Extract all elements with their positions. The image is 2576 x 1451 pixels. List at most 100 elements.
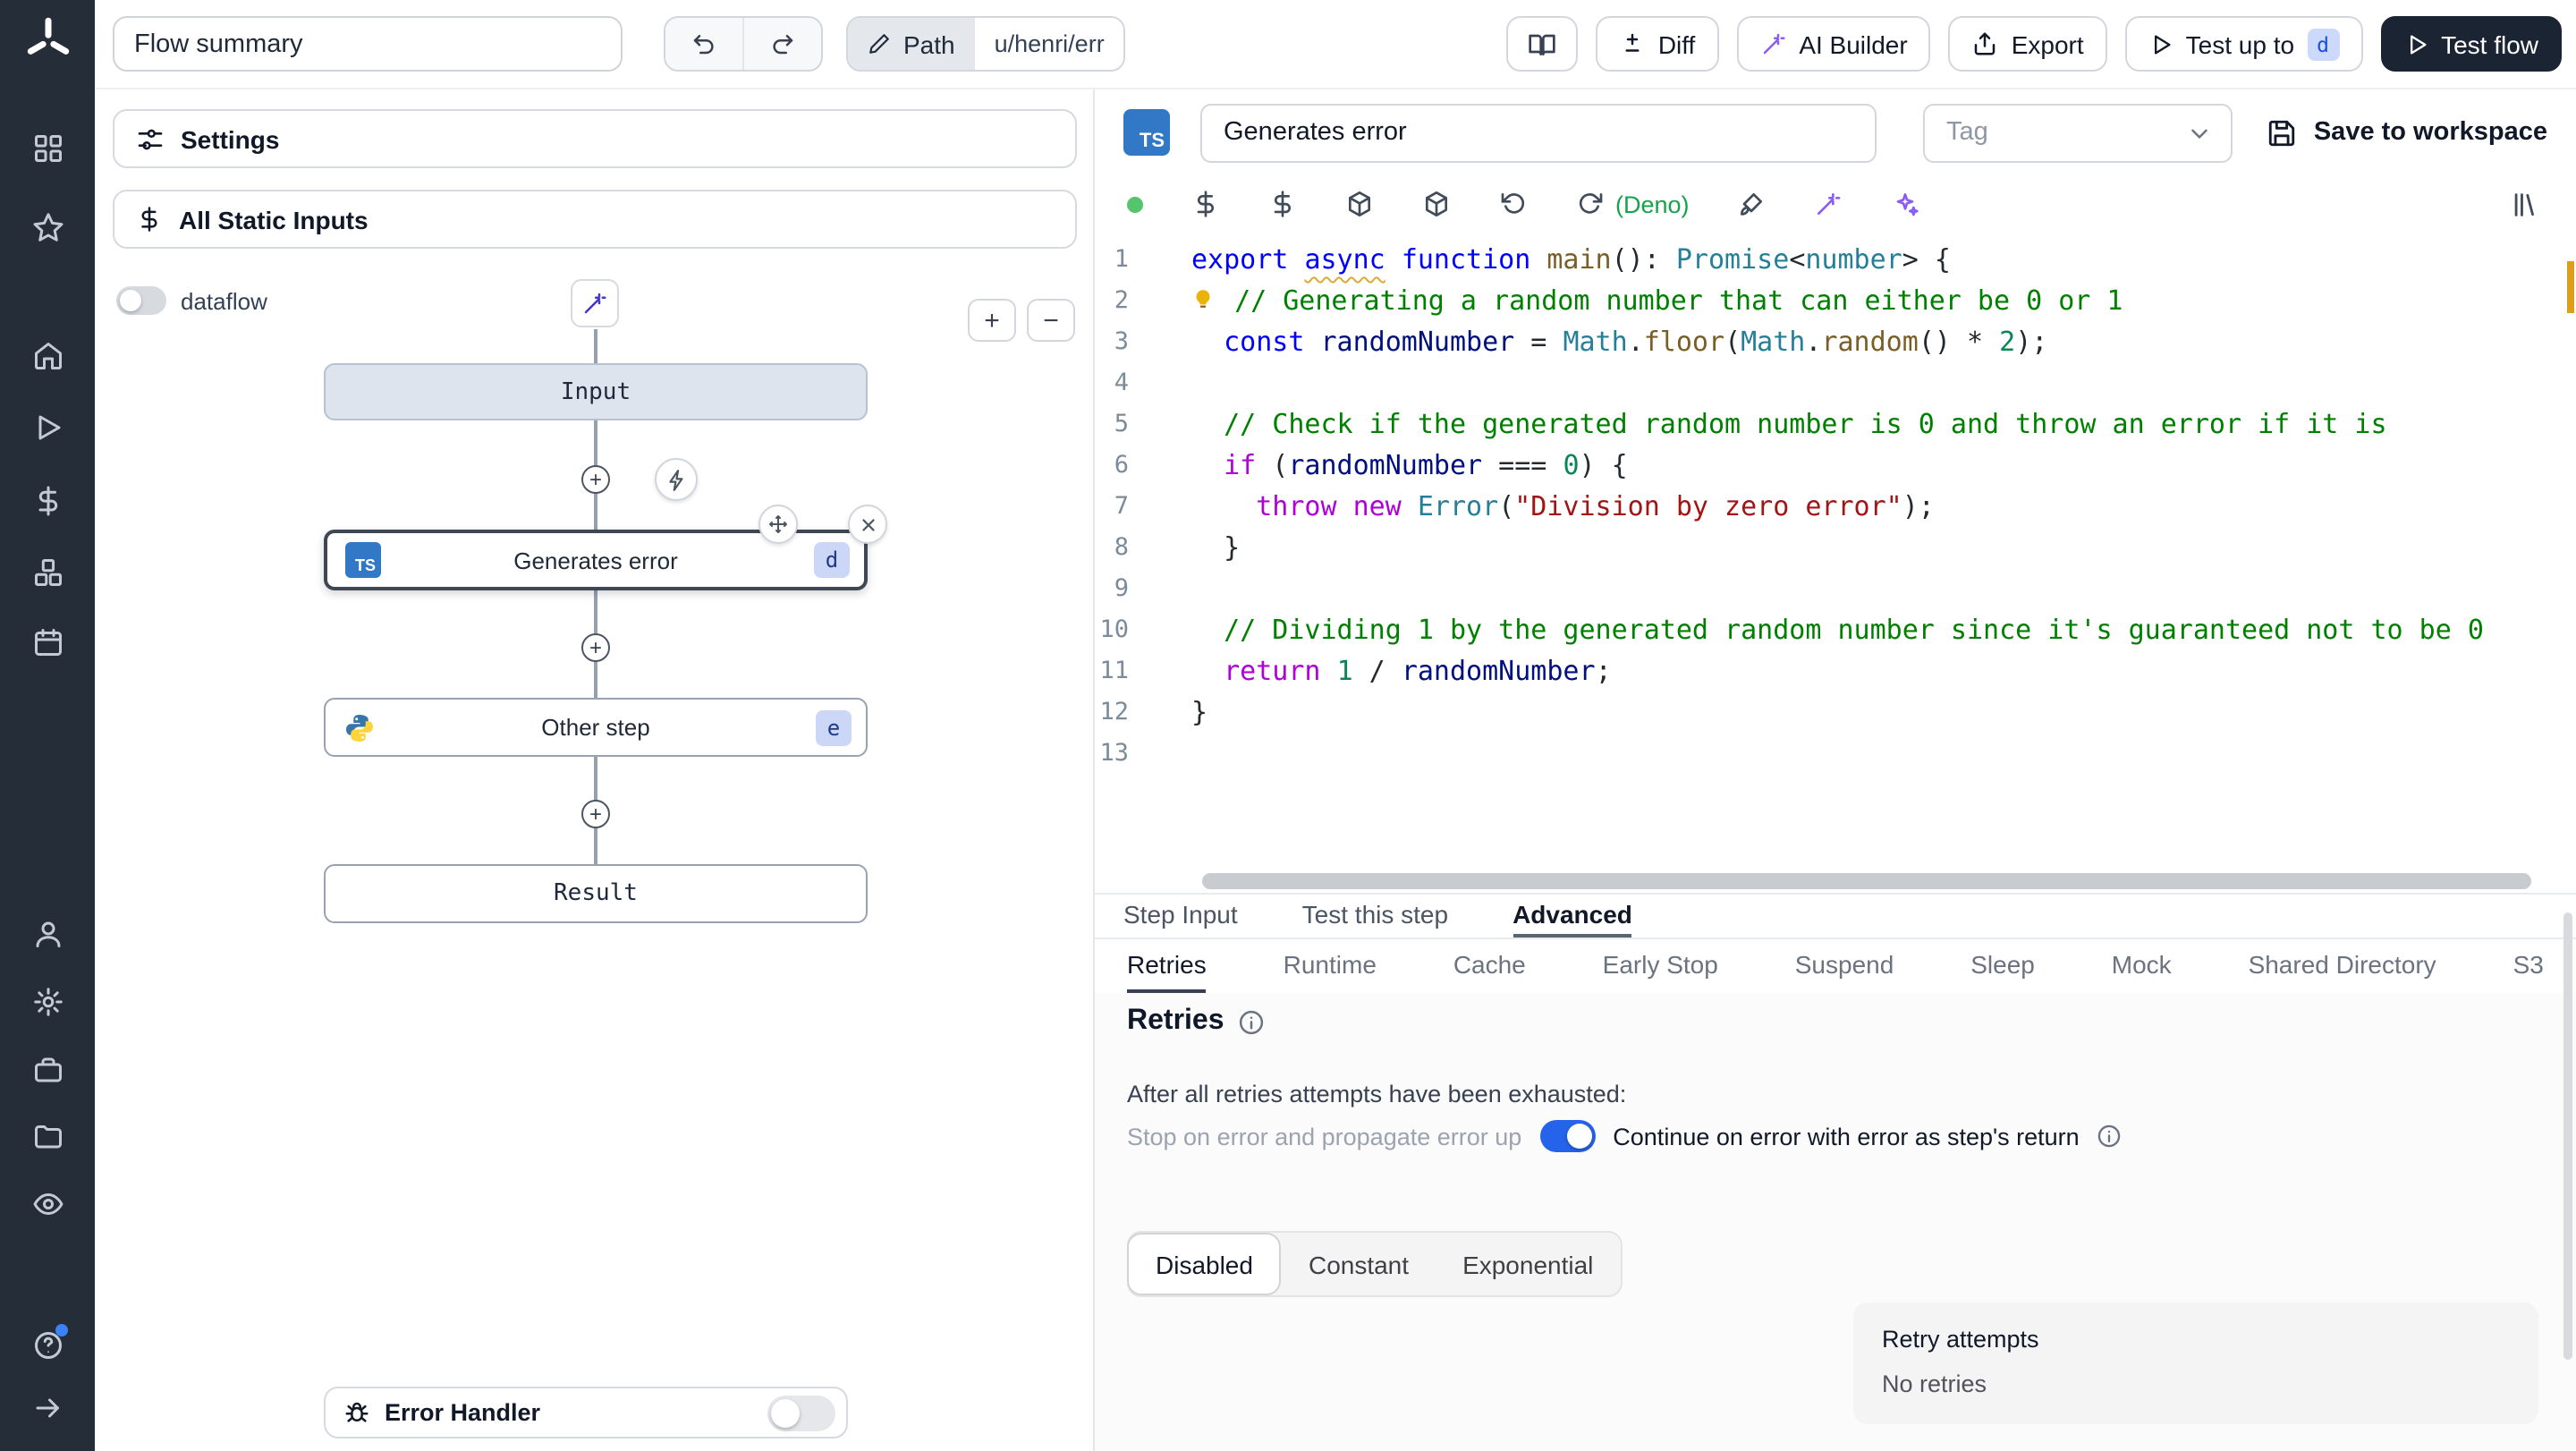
test-flow-button[interactable]: Test flow	[2380, 16, 2562, 72]
code-token: "Division by zero error"	[1514, 490, 1902, 522]
continue-on-error-label[interactable]: Continue on error with error as step's r…	[1613, 1123, 2079, 1150]
add-resource-icon[interactable]	[1268, 190, 1297, 218]
sidebar-item-apps[interactable]	[0, 132, 95, 165]
insert-step-button[interactable]: +	[581, 465, 610, 494]
sidebar-item-folders[interactable]	[0, 1120, 95, 1152]
move-step-handle[interactable]	[758, 505, 798, 544]
subtab-early-stop[interactable]: Early Stop	[1603, 939, 1718, 993]
code-line[interactable]: // Dividing 1 by the generated random nu…	[1191, 610, 2576, 651]
code-line[interactable]: // Check if the generated random number …	[1191, 404, 2576, 445]
sparkles-icon[interactable]	[1892, 190, 1920, 218]
ai-builder-button[interactable]: AI Builder	[1736, 16, 1931, 72]
path-edit-segment[interactable]: Path	[848, 18, 975, 70]
code-line[interactable]: const randomNumber = Math.floor(Math.ran…	[1191, 322, 2576, 363]
subtab-retries[interactable]: Retries	[1127, 939, 1207, 993]
stop-on-error-label[interactable]: Stop on error and propagate error up	[1127, 1123, 1521, 1150]
diff-icon	[1625, 33, 1640, 52]
step-name-input[interactable]	[1200, 103, 1877, 162]
insert-step-button[interactable]: +	[581, 633, 610, 662]
code-line[interactable]: throw new Error("Division by zero error"…	[1191, 487, 2576, 528]
sidebar-item-favorites[interactable]	[0, 211, 95, 243]
zoom-in-button[interactable]: +	[968, 299, 1016, 342]
redo-button[interactable]	[744, 18, 821, 70]
package-icon[interactable]	[1422, 190, 1451, 218]
retry-mode-exponential[interactable]: Exponential	[1436, 1233, 1620, 1295]
lightbulb-icon[interactable]	[1191, 288, 1218, 311]
sidebar-item-home[interactable]	[0, 340, 95, 372]
undo-button[interactable]	[665, 18, 742, 70]
tag-select[interactable]: Tag	[1923, 103, 2233, 162]
code-editor[interactable]: 1 2 3 4 5 6 7 8 9 10 11 12 13 export async function …	[1095, 233, 2576, 870]
code-line[interactable]: }	[1191, 528, 2576, 569]
sidebar-item-settings[interactable]	[0, 986, 95, 1018]
library-icon[interactable]	[2510, 189, 2540, 219]
insert-step-button[interactable]: +	[581, 800, 610, 828]
input-node[interactable]: Input	[324, 363, 868, 420]
static-inputs-button[interactable]: All Static Inputs	[113, 190, 1077, 249]
code-line[interactable]	[1191, 569, 2576, 610]
code-line[interactable]: export async function main(): Promise<nu…	[1191, 240, 2576, 281]
sidebar-item-users[interactable]	[0, 918, 95, 950]
trigger-bolt-button[interactable]	[655, 458, 698, 501]
result-node[interactable]: Result	[324, 864, 868, 923]
code-line[interactable]	[1191, 734, 2576, 775]
tab-step-input[interactable]: Step Input	[1123, 895, 1238, 938]
docs-button[interactable]	[1505, 16, 1578, 72]
sidebar-item-workers[interactable]	[0, 1054, 95, 1086]
zoom-out-button[interactable]: −	[1027, 299, 1075, 342]
code-line[interactable]: if (randomNumber === 0) {	[1191, 445, 2576, 487]
continue-on-error-toggle[interactable]	[1539, 1120, 1596, 1152]
path-control[interactable]: Path u/henri/err	[846, 16, 1126, 72]
test-flow-label: Test flow	[2441, 30, 2538, 58]
diff-button[interactable]: Diff	[1595, 16, 1719, 72]
test-up-to-button[interactable]: Test up to d	[2124, 16, 2363, 72]
panel-vscrollbar[interactable]	[2563, 912, 2572, 1360]
ai-wand-icon[interactable]	[1815, 190, 1843, 218]
tab-test-this-step[interactable]: Test this step	[1302, 895, 1448, 938]
info-icon[interactable]	[2097, 1124, 2123, 1149]
subtab-mock[interactable]: Mock	[2112, 939, 2172, 993]
windmill-logo[interactable]	[0, 14, 95, 68]
retry-mode-constant[interactable]: Constant	[1282, 1233, 1436, 1295]
sidebar-item-resources[interactable]	[0, 556, 95, 589]
save-to-workspace-button[interactable]: Save to workspace	[2267, 117, 2547, 148]
sidebar-item-audit-logs[interactable]	[0, 1188, 95, 1220]
folder-icon	[34, 1125, 61, 1149]
info-icon[interactable]	[1239, 1008, 1266, 1035]
delete-step-button[interactable]	[848, 505, 887, 544]
add-variable-icon[interactable]	[1191, 190, 1220, 218]
error-handler-row[interactable]: Error Handler	[324, 1387, 848, 1438]
error-handler-toggle[interactable]	[767, 1395, 835, 1430]
step-node-other-step[interactable]: Other step e	[324, 698, 868, 757]
flow-settings-button[interactable]: Settings	[113, 109, 1077, 168]
eye-icon	[32, 1193, 63, 1215]
subtab-cache[interactable]: Cache	[1453, 939, 1526, 993]
path-value[interactable]: u/henri/err	[974, 18, 1124, 70]
format-brush-icon[interactable]	[1738, 190, 1767, 218]
reload-icon[interactable]	[1576, 190, 1605, 218]
flow-summary-input[interactable]	[113, 16, 623, 72]
sidebar-item-help[interactable]	[0, 1324, 95, 1362]
sidebar-item-variables[interactable]	[0, 485, 95, 517]
code-line[interactable]: }	[1191, 692, 2576, 734]
code-line[interactable]: return 1 / randomNumber;	[1191, 651, 2576, 692]
reset-icon[interactable]	[1499, 190, 1528, 218]
code-token: .	[1627, 326, 1644, 358]
subtab-runtime[interactable]: Runtime	[1284, 939, 1377, 993]
retry-mode-disabled[interactable]: Disabled	[1127, 1233, 1282, 1295]
tab-advanced[interactable]: Advanced	[1513, 895, 1632, 938]
dataflow-toggle[interactable]	[116, 286, 166, 315]
code-line[interactable]: // Generating a random number that can e…	[1191, 281, 2576, 322]
export-button[interactable]: Export	[1948, 16, 2107, 72]
package-icon[interactable]	[1345, 190, 1374, 218]
sidebar-expand-button[interactable]	[0, 1392, 95, 1424]
code-line[interactable]	[1191, 363, 2576, 404]
subtab-sleep[interactable]: Sleep	[1970, 939, 2035, 993]
subtab-suspend[interactable]: Suspend	[1795, 939, 1894, 993]
sidebar-item-schedules[interactable]	[0, 626, 95, 658]
subtab-shared-directory[interactable]: Shared Directory	[2249, 939, 2436, 993]
subtab-s3[interactable]: S3	[2513, 939, 2544, 993]
sidebar-item-runs[interactable]	[0, 412, 95, 444]
hscrollbar-thumb[interactable]	[1202, 873, 2531, 889]
ai-flow-wand-button[interactable]	[571, 279, 619, 327]
